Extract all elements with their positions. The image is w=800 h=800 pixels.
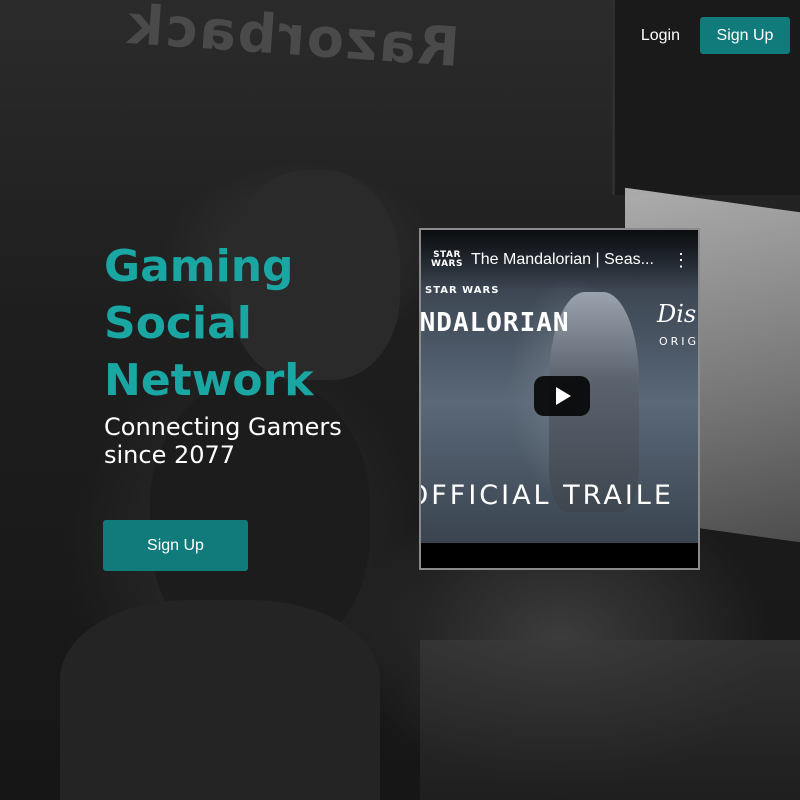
- hero-text: Gaming Social Network Connecting Gamers …: [104, 238, 404, 469]
- top-nav: Login Sign Up: [641, 17, 790, 54]
- channel-logo[interactable]: STAR WARS: [431, 251, 463, 269]
- hero-title-line: Gaming: [104, 241, 294, 292]
- video-thumbnail[interactable]: STAR WARS ANDALORIAN Disn ORIGI OFFICIAL…: [421, 230, 698, 543]
- kebab-menu-icon[interactable]: ⋮: [672, 250, 690, 271]
- play-icon: [556, 387, 571, 405]
- hero-signup-button[interactable]: Sign Up: [103, 520, 248, 571]
- hero-title: Gaming Social Network: [104, 238, 404, 409]
- video-embed[interactable]: STAR WARS ANDALORIAN Disn ORIGI OFFICIAL…: [419, 228, 700, 570]
- thumbnail-caption: OFFICIAL TRAILE: [419, 480, 674, 511]
- thumbnail-originals: ORIGI: [659, 335, 700, 348]
- desk-keyboard: [420, 640, 800, 800]
- hero-title-line: Social: [104, 298, 252, 349]
- thumbnail-disney-logo: Disn: [657, 300, 698, 328]
- video-title[interactable]: The Mandalorian | Seas...: [471, 251, 664, 269]
- nav-signup-button[interactable]: Sign Up: [700, 17, 790, 54]
- gamer-shoulder: [60, 600, 380, 800]
- channel-logo-line: WARS: [431, 259, 463, 269]
- wall-sign: Razorback: [123, 0, 462, 79]
- login-link[interactable]: Login: [641, 27, 680, 45]
- hero-subtitle: Connecting Gamers since 2077: [104, 413, 342, 469]
- hero-title-line: Network: [104, 355, 314, 406]
- play-button[interactable]: [534, 376, 590, 416]
- video-header: STAR WARS The Mandalorian | Seas... ⋮: [421, 230, 698, 290]
- thumbnail-show-name: ANDALORIAN: [419, 308, 570, 338]
